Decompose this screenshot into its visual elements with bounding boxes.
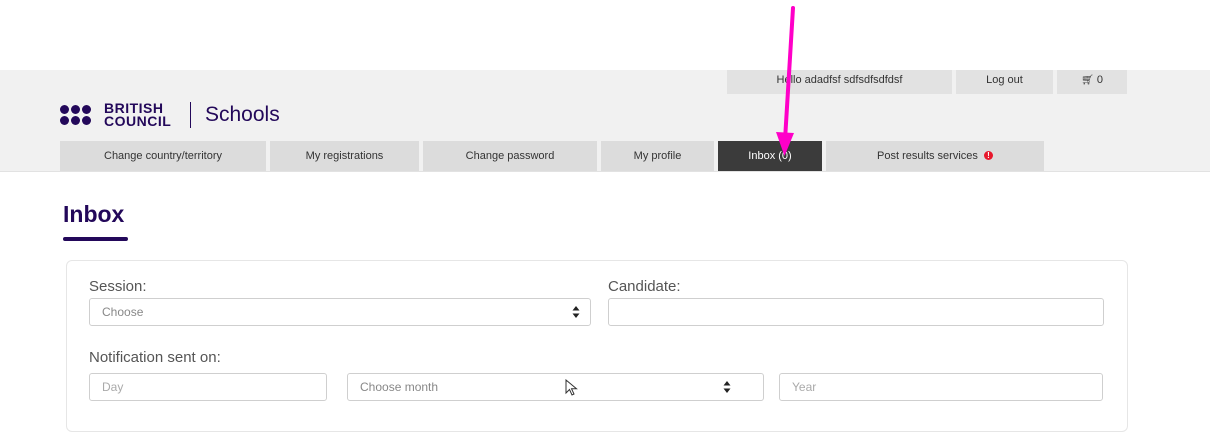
session-select-value: Choose bbox=[102, 305, 144, 319]
alert-exclamation-icon: ! bbox=[983, 151, 993, 160]
tab-change-country[interactable]: Change country/territory bbox=[60, 141, 266, 171]
candidate-label: Candidate: bbox=[608, 278, 681, 295]
cart-count: 0 bbox=[1096, 74, 1103, 86]
page-title: Inbox bbox=[63, 201, 125, 227]
month-select-value: Choose month bbox=[360, 380, 439, 394]
tab-my-registrations[interactable]: My registrations bbox=[270, 141, 419, 171]
notification-sent-label: Notification sent on: bbox=[89, 349, 221, 366]
session-select[interactable]: Choose bbox=[89, 298, 591, 326]
user-greeting: Hello adadfsf sdfsdfsdfdsf bbox=[727, 70, 952, 94]
mouse-cursor-icon bbox=[565, 379, 578, 396]
session-label: Session: bbox=[89, 278, 147, 295]
tab-post-results-services[interactable]: Post results services ! bbox=[826, 141, 1044, 171]
logo-wordmark: BRITISH COUNCIL bbox=[104, 100, 172, 129]
cart-button[interactable]: 🛒︎ 0 bbox=[1057, 70, 1127, 94]
sort-arrows-icon bbox=[572, 306, 580, 318]
year-input[interactable]: Year bbox=[779, 373, 1103, 401]
title-underline bbox=[63, 237, 128, 241]
tab-my-profile[interactable]: My profile bbox=[601, 141, 714, 171]
logo-dots-icon bbox=[60, 104, 96, 126]
logo-divider bbox=[190, 102, 191, 128]
month-select[interactable]: Choose month bbox=[347, 373, 764, 401]
logout-button[interactable]: Log out bbox=[956, 70, 1053, 94]
tab-change-password[interactable]: Change password bbox=[423, 141, 597, 171]
day-input[interactable]: Day bbox=[89, 373, 327, 401]
logo-suffix: Schools bbox=[205, 103, 280, 126]
annotation-arrow-icon bbox=[776, 6, 795, 156]
header-divider bbox=[0, 171, 1210, 172]
sort-arrows-icon bbox=[723, 381, 731, 393]
filter-panel: Session: Choose Candidate: Notification … bbox=[66, 260, 1128, 432]
tab-label: Post results services bbox=[877, 150, 978, 162]
candidate-input[interactable] bbox=[608, 298, 1104, 326]
shopping-cart-icon: 🛒︎ bbox=[1081, 75, 1094, 86]
